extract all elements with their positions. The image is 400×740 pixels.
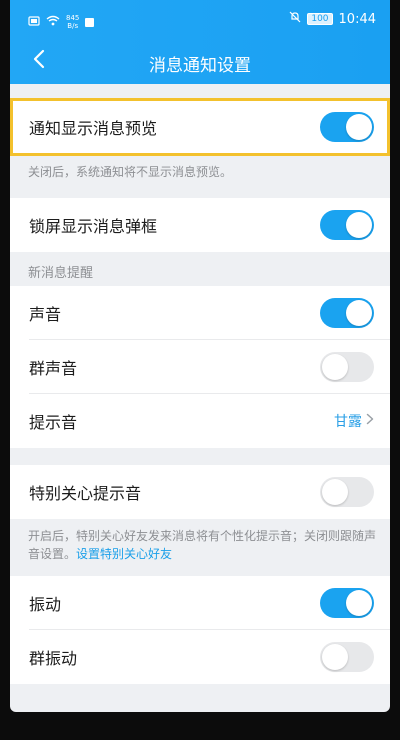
row-label: 通知显示消息预览 [29, 119, 158, 138]
row-lock-popup: 锁屏显示消息弹框 [10, 198, 390, 252]
clock: 10:44 [338, 11, 376, 27]
toggle-knob [322, 479, 348, 505]
toggle-sound[interactable] [320, 298, 374, 328]
header: 845 B/s 100 10:44 消息通知设置 [10, 0, 390, 84]
tone-name: 甘露 [334, 414, 362, 430]
row-label: 声音 [29, 305, 62, 324]
toggle-knob [322, 644, 348, 670]
phone-screen: 845 B/s 100 10:44 消息通知设置 通知显示消息预览 关闭后，系统… [10, 0, 390, 712]
battery-badge: 100 [307, 13, 333, 25]
toggle-knob [346, 212, 372, 238]
page-title: 消息通知设置 [149, 56, 251, 76]
status-bar: 845 B/s 100 10:44 [10, 0, 390, 40]
wifi-icon [46, 15, 60, 29]
toggle-knob [346, 300, 372, 326]
sim-icon [28, 15, 40, 29]
toggle-special-tone[interactable] [320, 477, 374, 507]
row-label: 群振动 [29, 649, 78, 668]
row-vibrate: 振动 [10, 576, 390, 630]
section-title: 新消息提醒 [28, 266, 94, 281]
tone-value: 甘露 [334, 411, 374, 431]
toggle-knob [322, 354, 348, 380]
toggle-knob [346, 590, 372, 616]
row-message-preview: 通知显示消息预览 [10, 100, 390, 154]
preview-note: 关闭后，系统通知将不显示消息预览。 [28, 165, 233, 179]
toggle-group-sound[interactable] [320, 352, 374, 382]
toggle-group-vibrate[interactable] [320, 642, 374, 672]
network-speed: 845 B/s [66, 14, 80, 30]
chevron-right-icon [366, 413, 374, 429]
row-tone[interactable]: 提示音 甘露 [10, 394, 390, 448]
notification-icon [85, 17, 95, 27]
nav-bar: 消息通知设置 [10, 40, 390, 84]
special-link[interactable]: 设置特别关心好友 [76, 547, 172, 561]
row-label: 振动 [29, 595, 62, 614]
row-label: 特别关心提示音 [29, 484, 142, 503]
toggle-lock-popup[interactable] [320, 210, 374, 240]
toggle-message-preview[interactable] [320, 112, 374, 142]
row-label: 提示音 [29, 413, 78, 432]
row-label: 锁屏显示消息弹框 [29, 217, 158, 236]
row-special-tone: 特别关心提示音 [10, 465, 390, 519]
special-note: 开启后，特别关心好友发来消息将有个性化提示音；关闭则跟随声音设置。设置特别关心好… [28, 527, 378, 563]
row-group-sound: 群声音 [10, 340, 390, 394]
toggle-vibrate[interactable] [320, 588, 374, 618]
toggle-knob [346, 114, 372, 140]
row-sound: 声音 [10, 286, 390, 340]
mute-icon [289, 11, 301, 27]
row-label: 群声音 [29, 359, 78, 378]
row-group-vibrate: 群振动 [10, 630, 390, 684]
